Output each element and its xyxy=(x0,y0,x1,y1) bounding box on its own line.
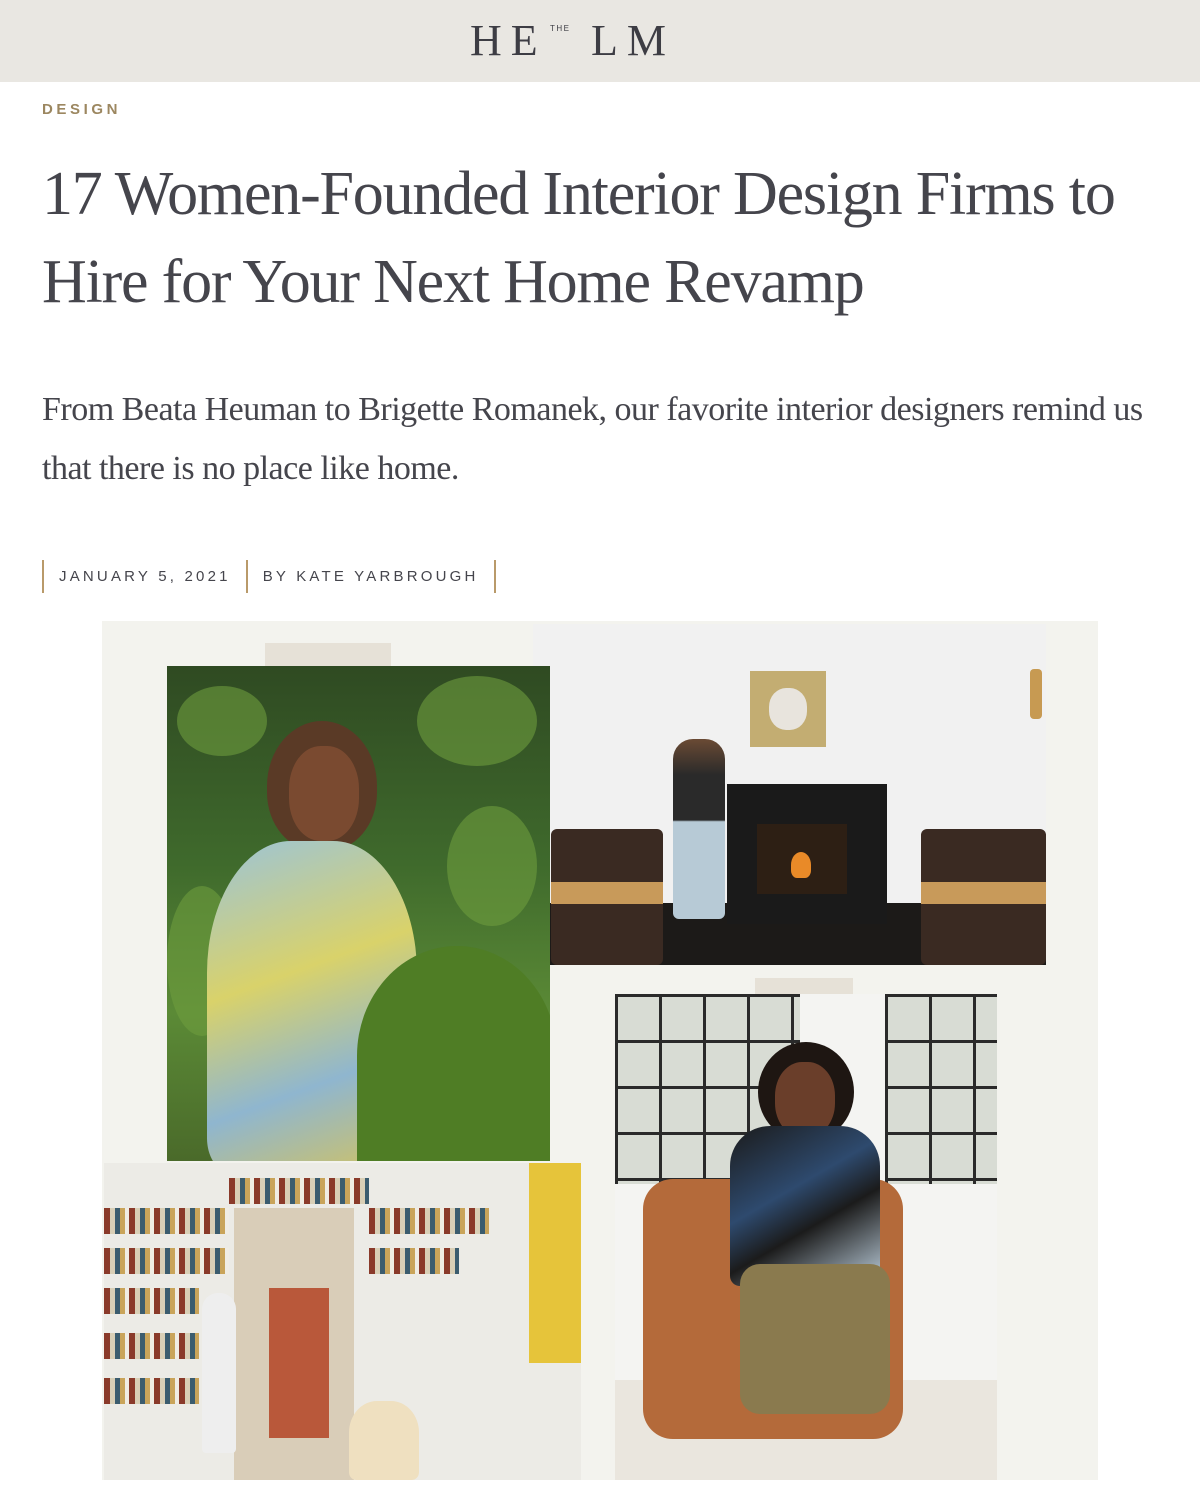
fireplace-portrait-photo xyxy=(533,624,1046,965)
logo-text-right: LM xyxy=(591,16,675,65)
meta-divider xyxy=(493,560,496,593)
site-logo[interactable]: HE THE LM xyxy=(470,16,670,66)
tape-strip xyxy=(265,643,391,667)
garden-portrait-photo xyxy=(167,666,550,1161)
chair-portrait-photo xyxy=(615,994,997,1480)
author-byline[interactable]: BY KATE YARBROUGH xyxy=(248,568,494,585)
site-header: HE THE LM xyxy=(0,0,1200,82)
article-meta: JANUARY 5, 2021 BY KATE YARBROUGH xyxy=(42,560,496,593)
category-link[interactable]: DESIGN xyxy=(42,101,121,118)
logo-text-small: THE xyxy=(550,24,571,33)
hero-image-collage xyxy=(102,621,1098,1480)
article-dek: From Beata Heuman to Brigette Romanek, o… xyxy=(42,391,1143,487)
logo-text-left: HE xyxy=(470,16,547,65)
library-interior-photo xyxy=(104,1163,581,1480)
publish-date: JANUARY 5, 2021 xyxy=(59,568,231,585)
article-title: 17 Women-Founded Interior Design Firms t… xyxy=(42,160,1116,316)
